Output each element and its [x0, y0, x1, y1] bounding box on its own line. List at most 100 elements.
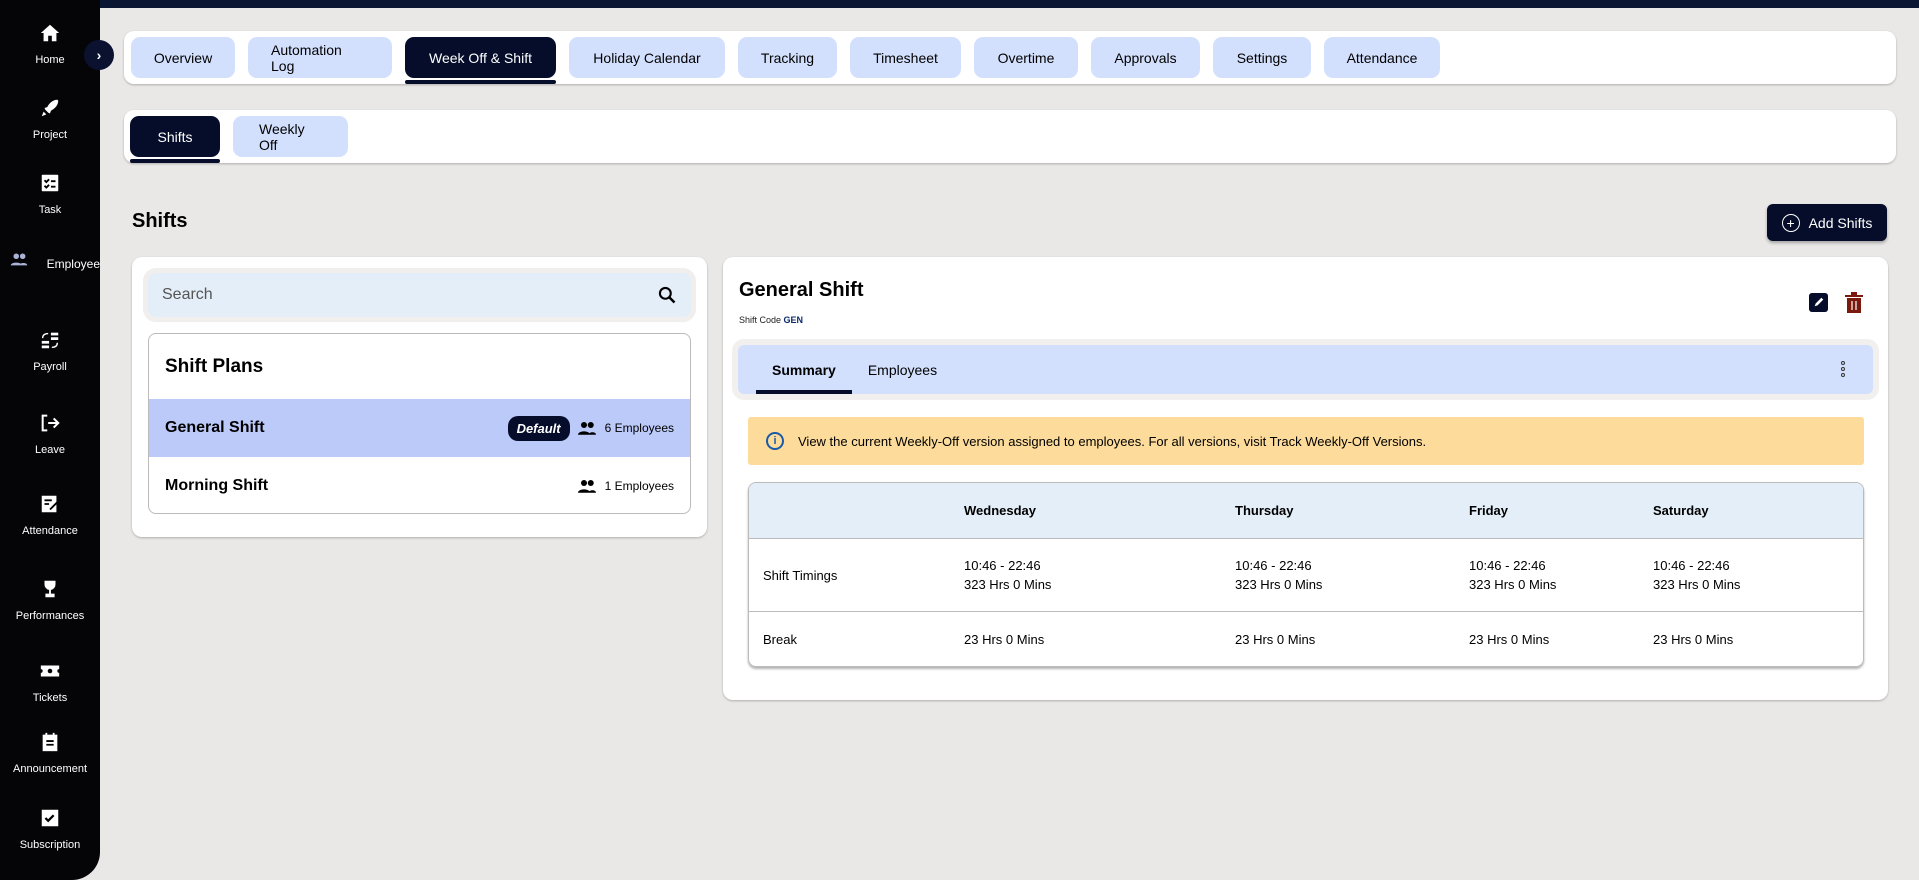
info-alert: i View the current Weekly-Off version as… — [748, 417, 1864, 465]
column-header: Wednesday — [964, 503, 1037, 518]
column-header: Friday — [1469, 503, 1509, 518]
shift-list-panel: Shift Plans General Shift Default 6 Empl… — [132, 257, 707, 537]
cell-time: 10:46 - 22:46 — [1653, 558, 1730, 573]
table-row: Shift Timings 10:46 - 22:46 323 Hrs 0 Min… — [749, 539, 1863, 612]
sidebar-item-performances[interactable]: Performances — [0, 578, 100, 622]
delete-button[interactable] — [1844, 291, 1864, 313]
task-list-icon — [41, 174, 59, 192]
sidebar-item-announcement[interactable]: Announcement — [0, 731, 100, 775]
search-input[interactable] — [162, 286, 657, 304]
employee-count: 6 Employees — [604, 421, 674, 435]
sidebar-item-label: Leave — [35, 444, 65, 456]
sidebar-item-label: Subscription — [19, 839, 81, 851]
shift-detail-panel: General Shift Shift Code GEN Summary Emp… — [723, 257, 1888, 700]
shift-code: Shift Code GEN — [739, 315, 803, 325]
sidebar-item-label: Home — [35, 54, 65, 66]
column-header: Thursday — [1235, 503, 1294, 518]
cell-time: 10:46 - 22:46 — [1469, 558, 1546, 573]
sub-tab-bar: Shifts Weekly Off — [124, 110, 1896, 163]
shift-name: Morning Shift — [165, 477, 269, 494]
sidebar-item-employee[interactable]: Employee — [0, 248, 100, 280]
people-icon — [577, 480, 596, 493]
sidebar-item-subscription[interactable]: Subscription — [0, 807, 100, 851]
sidebar-item-leave[interactable]: Leave — [0, 412, 100, 456]
cell-duration: 323 Hrs 0 Mins — [1235, 577, 1323, 592]
tab-holiday-calendar[interactable]: Holiday Calendar — [569, 37, 725, 78]
sidebar-item-tickets[interactable]: Tickets — [0, 660, 100, 704]
sidebar: Home Project Task Employee Payroll Leave… — [0, 0, 100, 880]
tab-employees[interactable]: Employees — [852, 345, 953, 394]
list-item[interactable]: General Shift Default 6 Employees — [149, 399, 690, 457]
subtab-weekly-off[interactable]: Weekly Off — [233, 116, 348, 157]
more-options-icon[interactable] — [1841, 361, 1845, 377]
table-row: Break 23 Hrs 0 Mins 23 Hrs 0 Mins 23 Hrs… — [749, 612, 1863, 666]
sidebar-item-payroll[interactable]: Payroll — [0, 329, 100, 373]
tab-overview[interactable]: Overview — [131, 37, 235, 78]
home-icon — [40, 24, 60, 42]
sidebar-expand-button[interactable]: › — [84, 40, 114, 70]
top-tab-bar: Overview Automation Log Week Off & Shift… — [124, 31, 1896, 84]
tab-week-off-shift[interactable]: Week Off & Shift — [405, 37, 556, 84]
chevron-right-icon: › — [96, 47, 102, 63]
detail-tabs: Summary Employees — [738, 345, 1873, 394]
default-badge: Default — [507, 415, 570, 441]
search-box — [148, 273, 691, 317]
tab-automation-log[interactable]: Automation Log — [248, 37, 392, 78]
trophy-icon — [44, 580, 56, 598]
people-icon — [577, 422, 596, 435]
tab-tracking[interactable]: Tracking — [738, 37, 837, 78]
tab-summary[interactable]: Summary — [756, 345, 852, 394]
subtab-shifts[interactable]: Shifts — [130, 116, 220, 163]
people-icon — [10, 253, 28, 266]
alert-text: View the current Weekly-Off version assi… — [798, 433, 1427, 449]
tab-attendance[interactable]: Attendance — [1324, 37, 1440, 78]
edit-button[interactable] — [1808, 291, 1828, 313]
edit-pencil-icon — [1808, 292, 1828, 312]
cell-duration: 323 Hrs 0 Mins — [1653, 577, 1741, 592]
table-header-row: Wednesday Thursday Friday Saturday — [749, 483, 1863, 539]
column-header: Saturday — [1653, 503, 1709, 518]
list-item[interactable]: Morning Shift 1 Employees — [149, 457, 690, 513]
payroll-icon — [41, 332, 59, 349]
sidebar-item-task[interactable]: Task — [0, 172, 100, 216]
clipboard-icon — [42, 732, 58, 752]
row-label: Shift Timings — [763, 567, 838, 583]
shift-summary-table: Wednesday Thursday Friday Saturday Shift… — [748, 482, 1864, 667]
edit-note-icon — [41, 495, 58, 513]
cell-break: 23 Hrs 0 Mins — [1235, 631, 1316, 647]
shift-title: General Shift — [739, 279, 864, 301]
row-label: Break — [763, 631, 797, 647]
ticket-icon — [40, 665, 60, 677]
rocket-icon — [41, 99, 59, 117]
shift-name: General Shift — [165, 419, 265, 436]
add-shifts-button[interactable]: + Add Shifts — [1767, 204, 1887, 241]
add-shifts-label: Add Shifts — [1808, 214, 1873, 231]
shift-plans-title: Shift Plans — [165, 355, 264, 377]
tab-approvals[interactable]: Approvals — [1091, 37, 1200, 78]
sidebar-item-label: Payroll — [33, 361, 67, 373]
cell-break: 23 Hrs 0 Mins — [1469, 631, 1550, 647]
shift-code-label: Shift Code — [739, 315, 782, 325]
plus-circle-icon: + — [1781, 213, 1800, 232]
sidebar-item-attendance[interactable]: Attendance — [0, 493, 100, 537]
tab-settings[interactable]: Settings — [1213, 37, 1311, 78]
sidebar-item-label: Task — [38, 204, 62, 216]
search-icon[interactable] — [657, 285, 677, 305]
sidebar-item-label: Project — [32, 129, 68, 141]
cell-break: 23 Hrs 0 Mins — [1653, 631, 1734, 647]
cell-duration: 323 Hrs 0 Mins — [1469, 577, 1557, 592]
cell-time: 10:46 - 22:46 — [964, 558, 1041, 573]
page-title: Shifts — [132, 210, 188, 232]
sidebar-item-project[interactable]: Project — [0, 97, 100, 141]
tab-timesheet[interactable]: Timesheet — [850, 37, 961, 78]
employee-count: 1 Employees — [604, 479, 674, 493]
trash-icon — [1845, 291, 1863, 313]
sidebar-item-label: Employee — [46, 257, 100, 271]
cell-time: 10:46 - 22:46 — [1235, 558, 1312, 573]
shift-code-value: GEN — [783, 315, 804, 325]
sidebar-item-label: Performances — [15, 610, 85, 622]
sidebar-item-label: Attendance — [22, 525, 78, 537]
tab-overtime[interactable]: Overtime — [974, 37, 1078, 78]
logout-icon — [41, 414, 60, 432]
cell-duration: 323 Hrs 0 Mins — [964, 577, 1052, 592]
